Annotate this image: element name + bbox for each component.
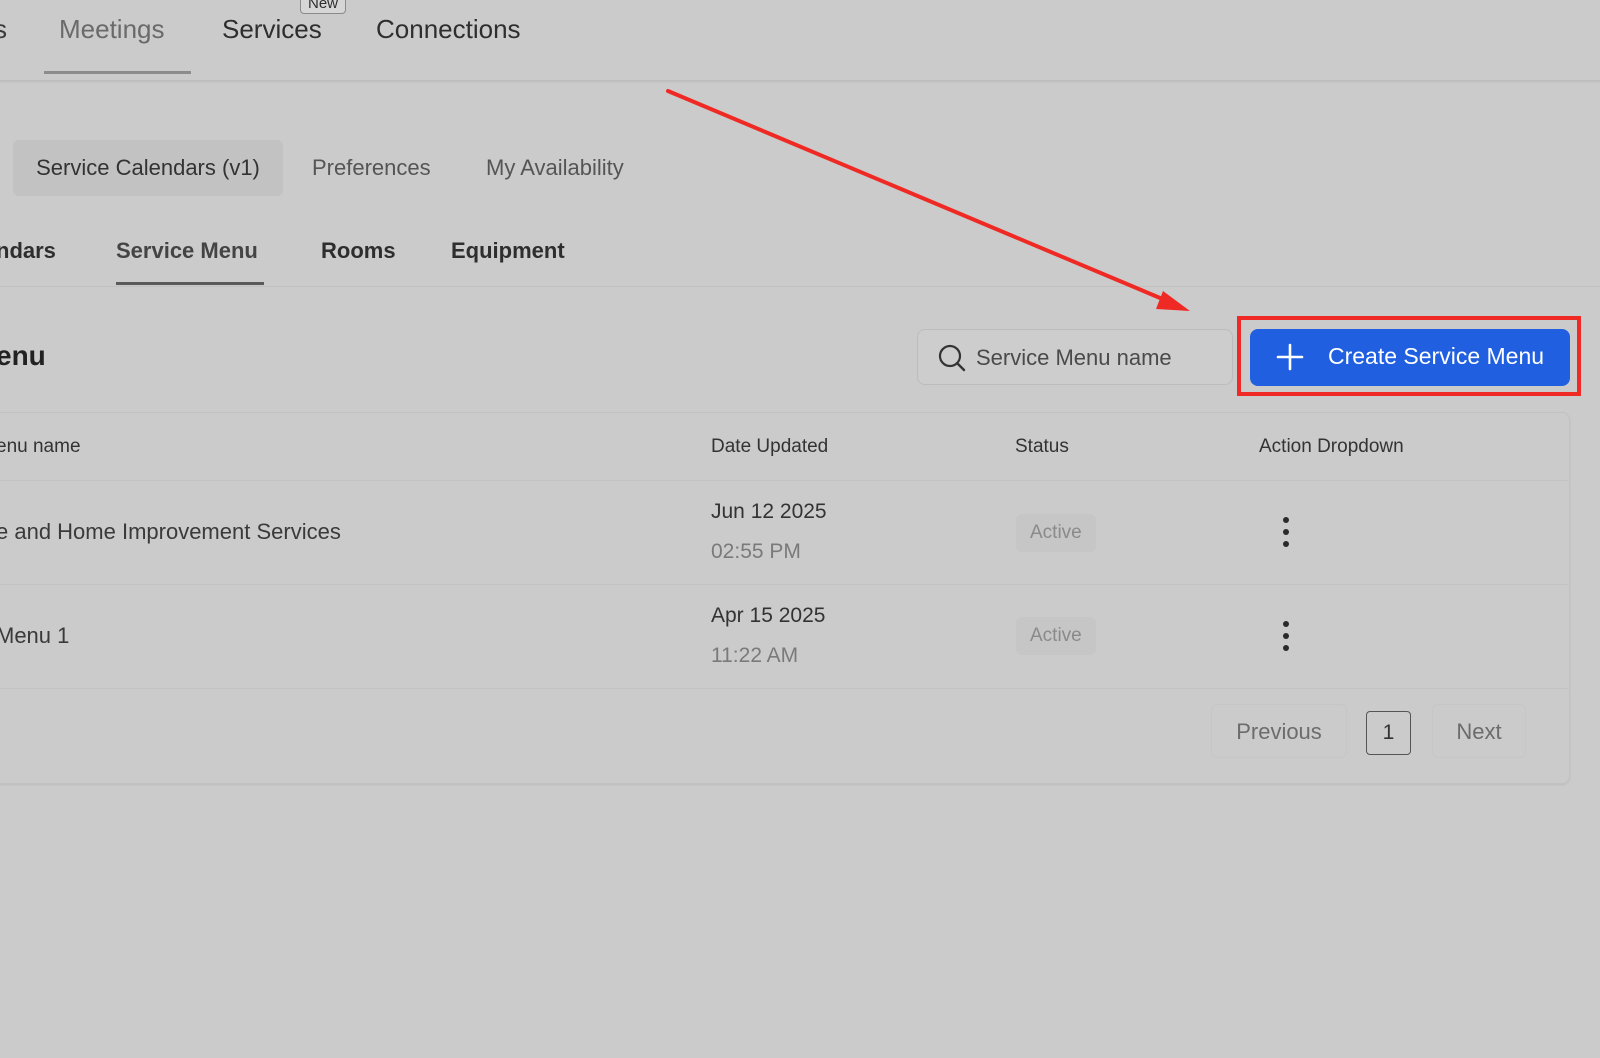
top-tab-connections[interactable]: Connections [376, 14, 521, 45]
section-tab-rooms[interactable]: Rooms [321, 238, 396, 264]
section-divider [0, 286, 1600, 287]
table-row-divider [0, 584, 1570, 585]
table-header-divider [0, 480, 1570, 481]
row-name[interactable]: e and Home Improvement Services [0, 519, 341, 545]
top-tab-meetings[interactable]: Meetings [59, 14, 165, 45]
more-vertical-icon[interactable] [1272, 618, 1300, 654]
row-time: 11:22 AM [711, 644, 799, 667]
section-tab-service-menu[interactable]: Service Menu [116, 238, 258, 264]
sub-tab-service-calendars[interactable]: Service Calendars (v1) [13, 140, 283, 196]
row-time: 02:55 PM [711, 540, 801, 563]
top-tab-truncated[interactable]: s [0, 14, 7, 45]
row-date: Apr 15 2025 [711, 604, 826, 627]
status-badge: Active [1016, 617, 1096, 655]
new-badge: New [300, 0, 347, 14]
status-badge: Active [1016, 514, 1096, 552]
section-tab-indicator [116, 282, 264, 285]
pagination-page-1[interactable]: 1 [1366, 711, 1411, 755]
top-nav: s Meetings Services New Connections [0, 0, 1600, 81]
active-tab-indicator [44, 71, 191, 74]
section-tab-calendars[interactable]: ndars [0, 238, 56, 264]
column-header-status[interactable]: Status [1015, 436, 1069, 458]
pagination-previous-button[interactable]: Previous [1211, 704, 1347, 758]
sub-tab-preferences[interactable]: Preferences [312, 140, 431, 196]
page: s Meetings Services New Connections Serv… [0, 0, 1600, 1058]
table-row-divider [0, 688, 1570, 689]
more-vertical-icon[interactable] [1272, 514, 1300, 550]
section-tab-equipment[interactable]: Equipment [451, 238, 565, 264]
search-icon [938, 344, 966, 372]
search-input[interactable] [974, 330, 1228, 386]
column-header-name[interactable]: enu name [0, 436, 81, 458]
annotation-highlight-box [1237, 316, 1581, 396]
sub-tab-my-availability[interactable]: My Availability [486, 140, 624, 196]
column-header-date-updated[interactable]: Date Updated [711, 436, 828, 458]
row-date: Jun 12 2025 [711, 500, 827, 523]
row-name[interactable]: Menu 1 [0, 623, 69, 649]
pagination-next-button[interactable]: Next [1432, 704, 1526, 758]
search-box[interactable] [917, 329, 1233, 386]
top-tab-services[interactable]: Services [222, 14, 322, 45]
page-title: enu [0, 340, 46, 371]
column-header-action-dropdown: Action Dropdown [1259, 436, 1404, 457]
